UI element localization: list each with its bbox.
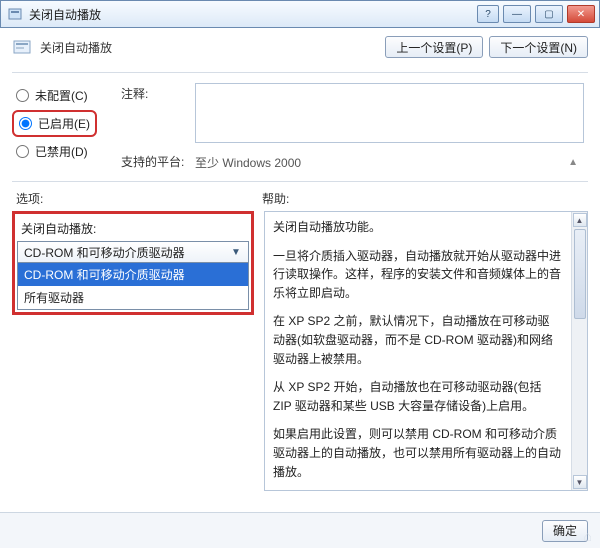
next-setting-button[interactable]: 下一个设置(N) (489, 36, 588, 58)
notes-row: 注释: (121, 83, 584, 143)
main-area: 关闭自动播放: CD-ROM 和可移动介质驱动器 ▼ CD-ROM 和可移动介质… (0, 211, 600, 491)
chevron-up-icon[interactable]: ▲ (568, 157, 584, 168)
radio-not-configured-input[interactable] (16, 89, 29, 102)
minimize-button[interactable]: — (503, 5, 531, 23)
help-para: 一旦将介质插入驱动器，自动播放就开始从驱动器中进行读取操作。这样，程序的安装文件… (273, 247, 561, 303)
options-label: 选项: (16, 190, 262, 207)
dropdown-selected: CD-ROM 和可移动介质驱动器 (24, 244, 185, 261)
platform-text: 至少 Windows 2000 (195, 154, 301, 171)
platform-label: 支持的平台: (121, 151, 185, 170)
page-title: 关闭自动播放 (40, 39, 377, 56)
radio-label: 已禁用(D) (35, 143, 88, 160)
policy-icon (7, 6, 23, 22)
notes-label: 注释: (121, 83, 185, 102)
close-button[interactable]: ✕ (567, 5, 595, 23)
divider (12, 181, 588, 182)
help-para: 从 XP SP2 开始，自动播放也在可移动驱动器(包括 ZIP 驱动器和某些 U… (273, 378, 561, 415)
scroll-up-icon[interactable]: ▲ (573, 213, 587, 227)
options-highlight-box: 关闭自动播放: CD-ROM 和可移动介质驱动器 ▼ CD-ROM 和可移动介质… (12, 211, 254, 315)
platform-value: 至少 Windows 2000 ▲ (195, 151, 584, 171)
platform-row: 支持的平台: 至少 Windows 2000 ▲ (121, 151, 584, 171)
config-area: 未配置(C) 已启用(E) 已禁用(D) 注释: 支持的平台: 至少 Windo… (0, 79, 600, 171)
divider (12, 72, 588, 73)
radio-not-configured[interactable]: 未配置(C) (16, 87, 93, 104)
policy-icon (12, 37, 32, 57)
scroll-down-icon[interactable]: ▼ (573, 475, 587, 489)
help-text: 关闭自动播放功能。 一旦将介质插入驱动器，自动播放就开始从驱动器中进行读取操作。… (273, 218, 579, 491)
radio-label: 已启用(E) (38, 115, 90, 132)
help-para: 关闭自动播放功能。 (273, 218, 561, 237)
window-title: 关闭自动播放 (29, 6, 477, 23)
section-labels: 选项: 帮助: (0, 188, 600, 211)
titlebar: 关闭自动播放 ? — ▢ ✕ (0, 0, 600, 28)
dropdown-item[interactable]: CD-ROM 和可移动介质驱动器 (18, 263, 248, 286)
radio-disabled[interactable]: 已禁用(D) (16, 143, 93, 160)
state-radios: 未配置(C) 已启用(E) 已禁用(D) (16, 83, 93, 160)
notes-textarea[interactable] (195, 83, 584, 143)
autoplay-dropdown[interactable]: CD-ROM 和可移动介质驱动器 ▼ (17, 241, 249, 263)
help-para: 在 XP SP2 之前，默认情况下，自动播放在可移动驱动器(如软盘驱动器，而不是… (273, 312, 561, 368)
radio-enabled[interactable]: 已启用(E) (16, 114, 93, 133)
window-controls: ? — ▢ ✕ (477, 5, 595, 23)
radio-disabled-input[interactable] (16, 145, 29, 158)
prev-setting-button[interactable]: 上一个设置(P) (385, 36, 483, 58)
scroll-thumb[interactable] (574, 229, 586, 319)
help-label: 帮助: (262, 190, 584, 207)
maximize-button[interactable]: ▢ (535, 5, 563, 23)
nav-buttons: 上一个设置(P) 下一个设置(N) (385, 36, 588, 58)
scrollbar[interactable]: ▲ ▼ (571, 212, 587, 490)
radio-label: 未配置(C) (35, 87, 88, 104)
notes-col: 注释: 支持的平台: 至少 Windows 2000 ▲ (121, 83, 584, 171)
ok-button[interactable]: 确定 (542, 520, 588, 542)
scroll-track[interactable] (573, 228, 587, 474)
help-button[interactable]: ? (477, 5, 499, 23)
field-label: 关闭自动播放: (21, 220, 245, 237)
options-pane: 关闭自动播放: CD-ROM 和可移动介质驱动器 ▼ CD-ROM 和可移动介质… (12, 211, 254, 491)
help-para: 如果启用此设置，则可以禁用 CD-ROM 和可移动介质驱动器上的自动播放，也可以… (273, 425, 561, 481)
radio-enabled-input[interactable] (19, 117, 32, 130)
dropdown-item[interactable]: 所有驱动器 (18, 286, 248, 309)
header-row: 关闭自动播放 上一个设置(P) 下一个设置(N) (0, 28, 600, 62)
dropdown-list: CD-ROM 和可移动介质驱动器 所有驱动器 (17, 263, 249, 310)
help-pane: 关闭自动播放功能。 一旦将介质插入驱动器，自动播放就开始从驱动器中进行读取操作。… (264, 211, 588, 491)
chevron-down-icon[interactable]: ▼ (228, 244, 244, 260)
footer: 确定 ⌂ (0, 512, 600, 548)
